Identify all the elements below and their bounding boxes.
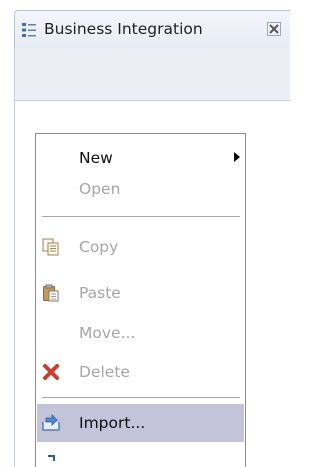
menu-item-new[interactable]: New [37, 141, 244, 175]
import-icon [42, 414, 60, 431]
menu-item-delete: Delete [37, 355, 244, 389]
view-toolbar [14, 48, 290, 100]
submenu-arrow-icon [234, 152, 240, 162]
menu-item-label: Copy [79, 238, 119, 256]
menu-item-paste: Paste [37, 276, 244, 310]
menu-item-import[interactable]: Import... [37, 404, 244, 442]
copy-icon [42, 238, 59, 256]
menu-separator [42, 216, 240, 218]
menu-item-label: Paste [79, 284, 121, 302]
paste-icon [43, 284, 59, 302]
delete-icon [43, 364, 59, 380]
context-menu: New Open Copy Paste Move... Delete Impor… [35, 133, 246, 467]
menu-item-label: Import... [79, 414, 146, 432]
menu-item-copy: Copy [37, 230, 244, 264]
export-icon [48, 455, 55, 461]
business-integration-tree-icon [22, 23, 36, 37]
close-icon[interactable] [267, 22, 281, 36]
menu-item-partial[interactable] [37, 446, 244, 467]
menu-item-open: Open [37, 172, 244, 206]
menu-separator [42, 397, 240, 399]
menu-item-label: Open [79, 180, 121, 198]
menu-item-label: New [79, 149, 113, 167]
view-title: Business Integration [44, 20, 203, 38]
menu-item-label: Delete [79, 363, 130, 381]
menu-item-move: Move... [37, 316, 244, 350]
business-integration-tab[interactable]: Business Integration [14, 10, 290, 48]
menu-item-label: Move... [79, 324, 136, 342]
